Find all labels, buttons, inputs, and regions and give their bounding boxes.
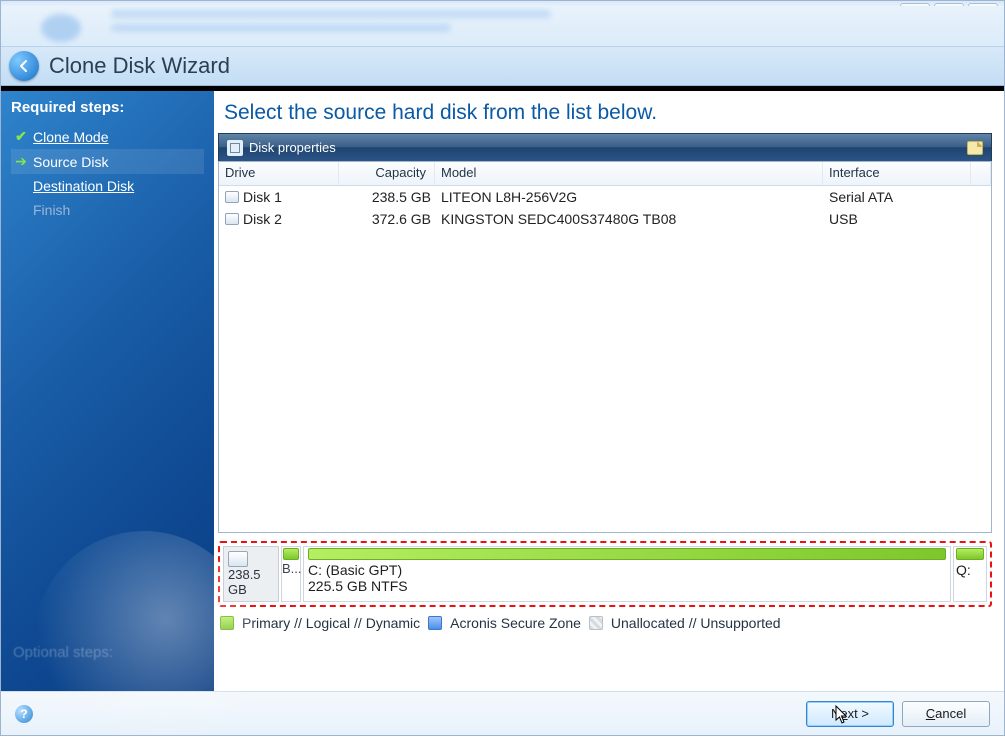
partition-q-label: Q:: [956, 562, 984, 578]
cell-model: LITEON L8H-256V2G: [435, 188, 823, 206]
wizard-header: Clone Disk Wizard: [1, 46, 1004, 86]
hdd-icon: [225, 191, 239, 203]
th-model[interactable]: Model: [435, 162, 823, 185]
partition-disk-label: 238.5 GB: [223, 546, 279, 602]
help-icon: ?: [20, 707, 27, 721]
next-button[interactable]: Next >: [806, 701, 894, 727]
legend-swatch-unallocated: [589, 616, 603, 630]
cell-drive: Disk 1: [243, 189, 282, 205]
sidebar-item-label: Source Disk: [33, 154, 108, 170]
wizard-window: ― ▭ ✕ Clone Disk Wizard Required steps: …: [0, 0, 1005, 736]
page-title: Select the source hard disk from the lis…: [218, 99, 992, 133]
back-arrow-icon: [17, 59, 31, 73]
partition-bar: [308, 548, 946, 560]
sidebar-item-label: Clone Mode: [33, 129, 109, 145]
cell-model: KINGSTON SEDC400S37480G TB08: [435, 210, 823, 228]
sidebar-heading: Required steps:: [11, 99, 204, 116]
partition-size-label: 238.5 GB: [228, 567, 274, 597]
panel-header: Disk properties: [218, 133, 992, 161]
cell-capacity: 238.5 GB: [339, 188, 435, 206]
legend-primary: Primary // Logical // Dynamic: [242, 615, 420, 631]
checkmark-icon: ✔: [13, 128, 29, 145]
legend-unallocated: Unallocated // Unsupported: [611, 615, 781, 631]
sidebar-optional-heading: Optional steps:: [13, 644, 113, 661]
cell-interface: USB: [823, 210, 971, 228]
table-row[interactable]: Disk 1 238.5 GB LITEON L8H-256V2G Serial…: [219, 186, 991, 208]
table-header: Drive Capacity Model Interface: [219, 162, 991, 186]
disk-properties-icon: [227, 140, 243, 156]
cancel-button-label: Cancel: [926, 706, 966, 721]
partition-boot-label: B...: [282, 561, 300, 576]
partition-bar: [956, 548, 984, 560]
th-drive[interactable]: Drive: [219, 162, 339, 185]
table-row[interactable]: Disk 2 372.6 GB KINGSTON SEDC400S37480G …: [219, 208, 991, 230]
partition-c-size: 225.5 GB NTFS: [308, 578, 946, 594]
sidebar: Required steps: ✔ Clone Mode ➔ Source Di…: [1, 91, 214, 691]
partition-bar: [283, 548, 299, 560]
th-spare: [971, 162, 991, 185]
hdd-icon: [225, 213, 239, 225]
next-button-label: Next >: [831, 706, 869, 721]
legend-swatch-asz: [428, 616, 442, 630]
sidebar-item-label: Destination Disk: [33, 178, 134, 194]
sidebar-item-label: Finish: [33, 202, 70, 218]
sidebar-item-destination-disk[interactable]: Destination Disk: [11, 174, 204, 198]
th-capacity[interactable]: Capacity: [339, 162, 435, 185]
main-content: Select the source hard disk from the lis…: [214, 91, 1004, 691]
cell-capacity: 372.6 GB: [339, 210, 435, 228]
cell-drive: Disk 2: [243, 211, 282, 227]
legend-asz: Acronis Secure Zone: [450, 615, 581, 631]
th-interface[interactable]: Interface: [823, 162, 971, 185]
disk-table: Drive Capacity Model Interface Disk 1 23…: [218, 161, 992, 533]
back-button[interactable]: [9, 51, 39, 81]
cell-interface: Serial ATA: [823, 188, 971, 206]
sidebar-item-clone-mode[interactable]: ✔ Clone Mode: [11, 124, 204, 149]
partition-c-label: C: (Basic GPT): [308, 562, 946, 578]
wizard-title: Clone Disk Wizard: [49, 53, 230, 79]
help-button[interactable]: ?: [15, 705, 33, 723]
panel-heading-text: Disk properties: [249, 140, 336, 155]
partition-c[interactable]: C: (Basic GPT) 225.5 GB NTFS: [303, 546, 951, 602]
arrow-right-icon: ➔: [13, 153, 29, 170]
note-icon[interactable]: [967, 141, 983, 155]
hdd-icon: [228, 551, 248, 567]
background-blur: [1, 6, 1004, 46]
legend: Primary // Logical // Dynamic Acronis Se…: [218, 607, 992, 637]
sidebar-item-source-disk[interactable]: ➔ Source Disk: [11, 149, 204, 174]
sidebar-item-finish: Finish: [11, 198, 204, 222]
cancel-button[interactable]: Cancel: [902, 701, 990, 727]
partition-layout: 238.5 GB B... C: (Basic GPT) 225.5 GB NT…: [218, 541, 992, 607]
partition-boot[interactable]: B...: [281, 546, 301, 602]
partition-q[interactable]: Q:: [953, 546, 987, 602]
